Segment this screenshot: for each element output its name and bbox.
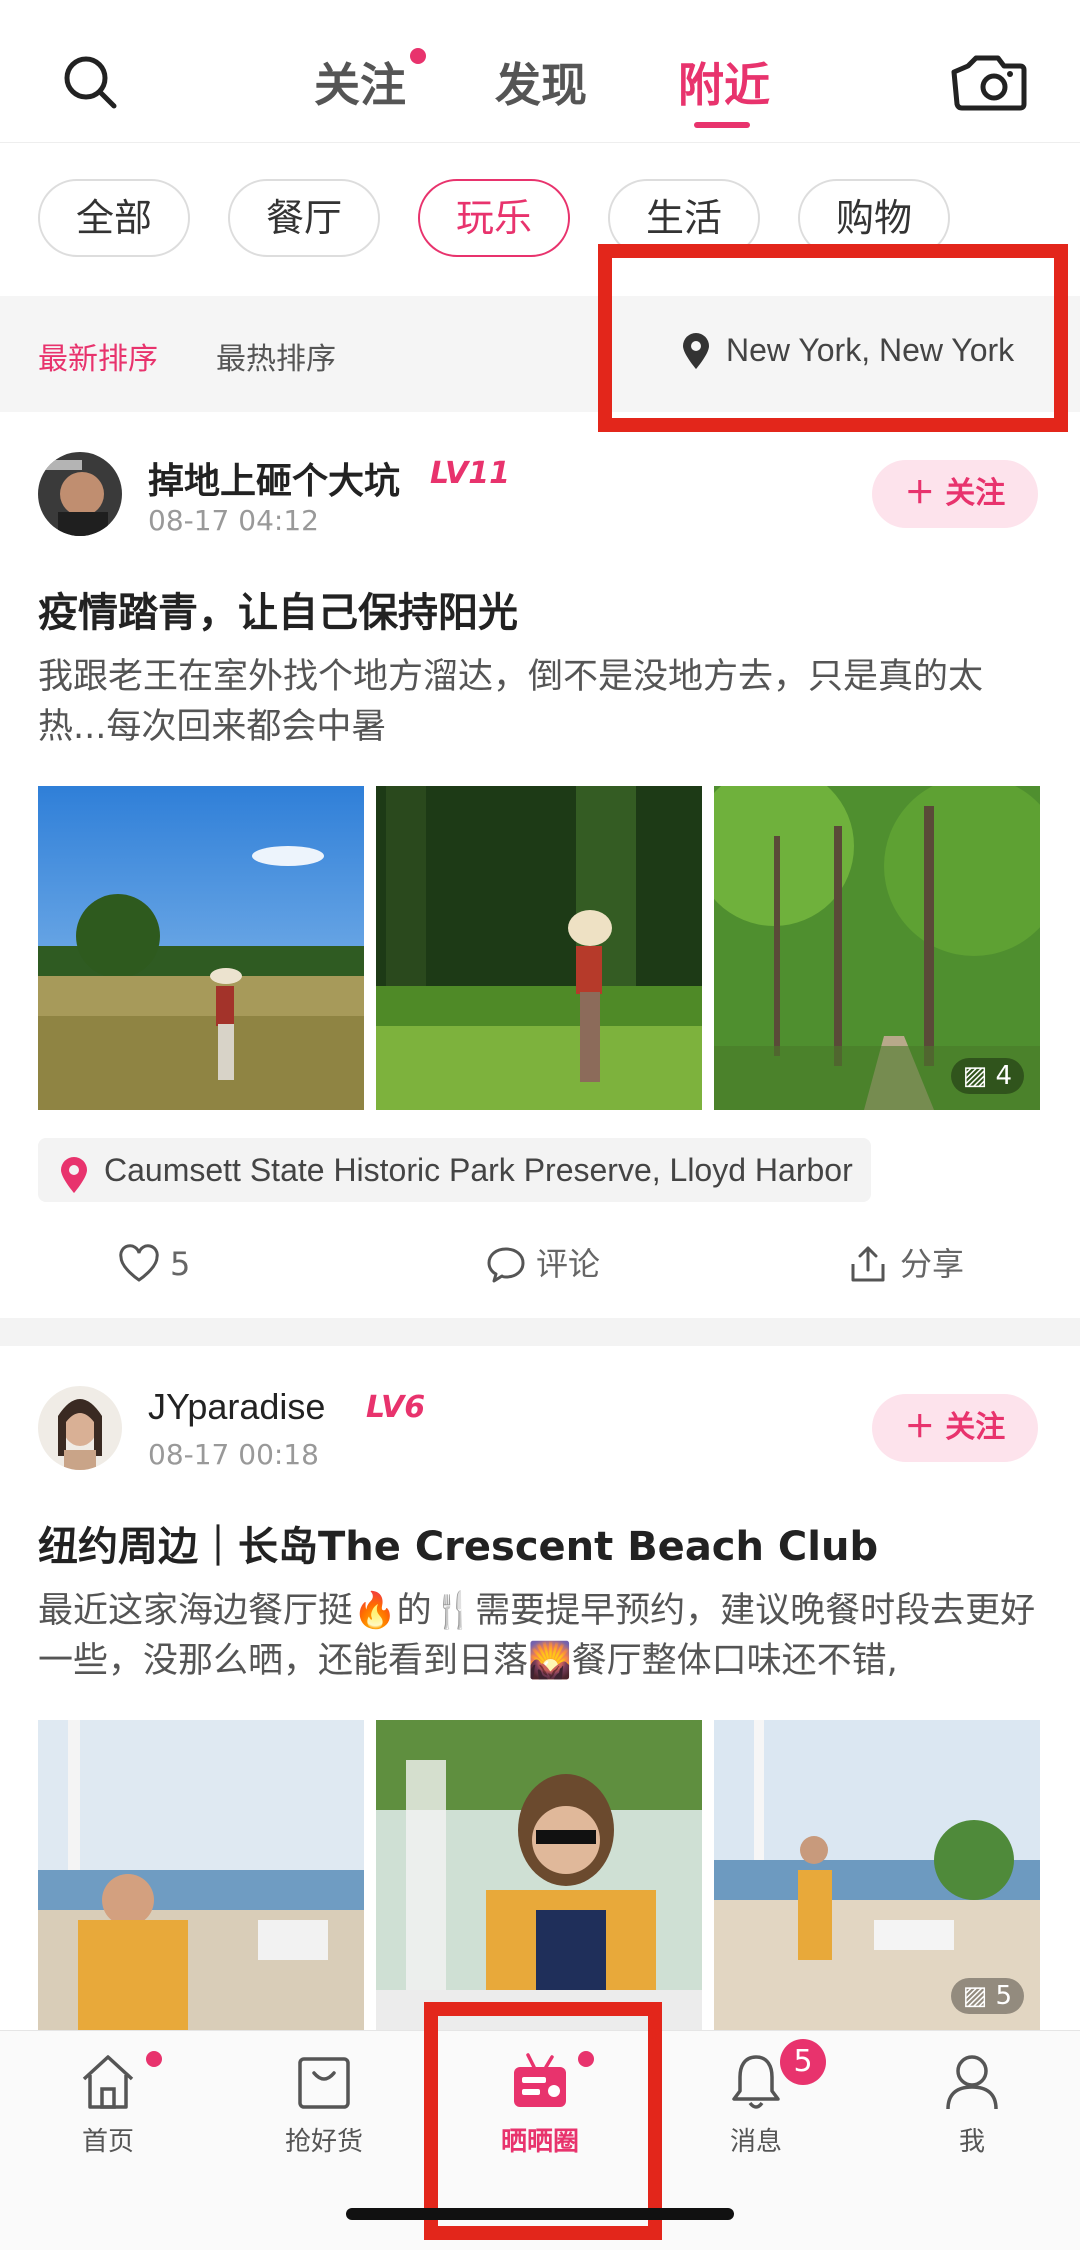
search-icon[interactable] [60, 52, 120, 112]
top-header: 关注 发现 附近 [0, 0, 1080, 143]
gallery-icon: ▨ [962, 1061, 988, 1091]
nav-home[interactable]: 首页 [28, 2051, 188, 2158]
post-body[interactable]: 我跟老王在室外找个地方溜达，倒不是没地方去，只是真的太热...每次回来都会中暑 [38, 652, 1048, 752]
post-body[interactable]: 最近这家海边餐厅挺🔥的🍴需要提早预约，建议晚餐时段去更好一些，没那么晒，还能看到… [38, 1586, 1048, 1686]
post-image[interactable] [38, 1720, 364, 2030]
category-restaurant[interactable]: 餐厅 [228, 179, 380, 257]
sort-newest[interactable]: 最新排序 [38, 334, 158, 378]
user-level-badge: LV6 [366, 1390, 426, 1425]
comment-label: 评论 [536, 1245, 601, 1283]
highlight-box-location [598, 244, 1068, 432]
home-indicator[interactable] [346, 2208, 734, 2220]
unread-badge: 5 [780, 2039, 826, 2085]
comment-icon [487, 1247, 525, 1283]
share-icon [851, 1246, 885, 1282]
post-image[interactable] [376, 786, 702, 1110]
post-time: 08-17 04:12 [148, 504, 319, 537]
post-image[interactable] [38, 786, 364, 1110]
username[interactable]: 掉地上砸个大坑 [148, 452, 400, 504]
like-button[interactable]: 5 [118, 1242, 190, 1286]
highlight-box-nav [424, 2002, 662, 2240]
avatar[interactable] [38, 452, 122, 536]
post-title[interactable]: 纽约周边｜长岛The Crescent Beach Club [38, 1514, 1042, 1572]
follow-button[interactable]: ＋ 关注 [872, 1394, 1038, 1462]
camera-icon[interactable] [948, 54, 1028, 114]
home-icon [82, 2055, 134, 2109]
post-image[interactable]: ▨ 5 [714, 1720, 1040, 2030]
post-card[interactable]: JYparadise LV6 08-17 00:18 ＋ 关注 纽约周边｜长岛T… [0, 1346, 1080, 2030]
image-count: 5 [995, 1981, 1012, 2011]
place-tag[interactable]: Caumsett State Historic Park Preserve, L… [38, 1138, 871, 1202]
post-title[interactable]: 疫情踏青，让自己保持阳光 [38, 580, 1042, 638]
category-entertainment[interactable]: 玩乐 [418, 179, 570, 257]
person-icon [946, 2055, 998, 2110]
location-pin-icon [58, 1151, 90, 1193]
bell-icon [732, 2055, 780, 2109]
follow-label: 关注 [945, 1410, 1006, 1445]
follow-label: 关注 [945, 476, 1006, 511]
sort-hottest[interactable]: 最热排序 [216, 334, 336, 378]
place-name: Caumsett State Historic Park Preserve, L… [104, 1152, 853, 1188]
tab-follow-dot [410, 48, 426, 64]
nav-home-dot [146, 2051, 162, 2067]
active-tab-indicator [694, 122, 750, 128]
plus-icon: ＋ [904, 1410, 935, 1445]
post-image[interactable]: ▨ 4 [714, 786, 1040, 1110]
tab-discover[interactable]: 发现 [495, 55, 587, 115]
heart-icon [119, 1244, 159, 1282]
nav-profile-label: 我 [958, 2127, 985, 2157]
category-all[interactable]: 全部 [38, 179, 190, 257]
share-button[interactable]: 分享 [848, 1242, 964, 1286]
shopping-bag-icon [298, 2057, 350, 2109]
post-divider [0, 1318, 1080, 1346]
image-count: 4 [995, 1061, 1012, 1091]
nav-messages-label: 消息 [729, 2127, 782, 2157]
username[interactable]: JYparadise [148, 1386, 325, 1428]
comment-button[interactable]: 评论 [486, 1242, 600, 1286]
share-label: 分享 [900, 1245, 965, 1283]
post-card[interactable]: 掉地上砸个大坑 LV11 08-17 04:12 ＋ 关注 疫情踏青，让自己保持… [0, 412, 1080, 1318]
nav-profile[interactable]: 我 [892, 2051, 1052, 2158]
nav-home-label: 首页 [81, 2127, 134, 2157]
avatar[interactable] [38, 1386, 122, 1470]
post-image[interactable] [376, 1720, 702, 2030]
post-time: 08-17 00:18 [148, 1438, 319, 1471]
gallery-icon: ▨ [962, 1981, 988, 2011]
image-count-badge: ▨ 5 [950, 1978, 1024, 2014]
nav-shop-label: 抢好货 [284, 2127, 363, 2157]
tab-nearby[interactable]: 附近 [678, 55, 770, 115]
image-count-badge: ▨ 4 [950, 1058, 1024, 1094]
plus-icon: ＋ [904, 476, 935, 511]
tab-follow[interactable]: 关注 [314, 55, 406, 115]
nav-shop[interactable]: 抢好货 [244, 2051, 404, 2158]
follow-button[interactable]: ＋ 关注 [872, 460, 1038, 528]
user-level-badge: LV11 [430, 456, 510, 491]
like-count: 5 [170, 1245, 191, 1283]
